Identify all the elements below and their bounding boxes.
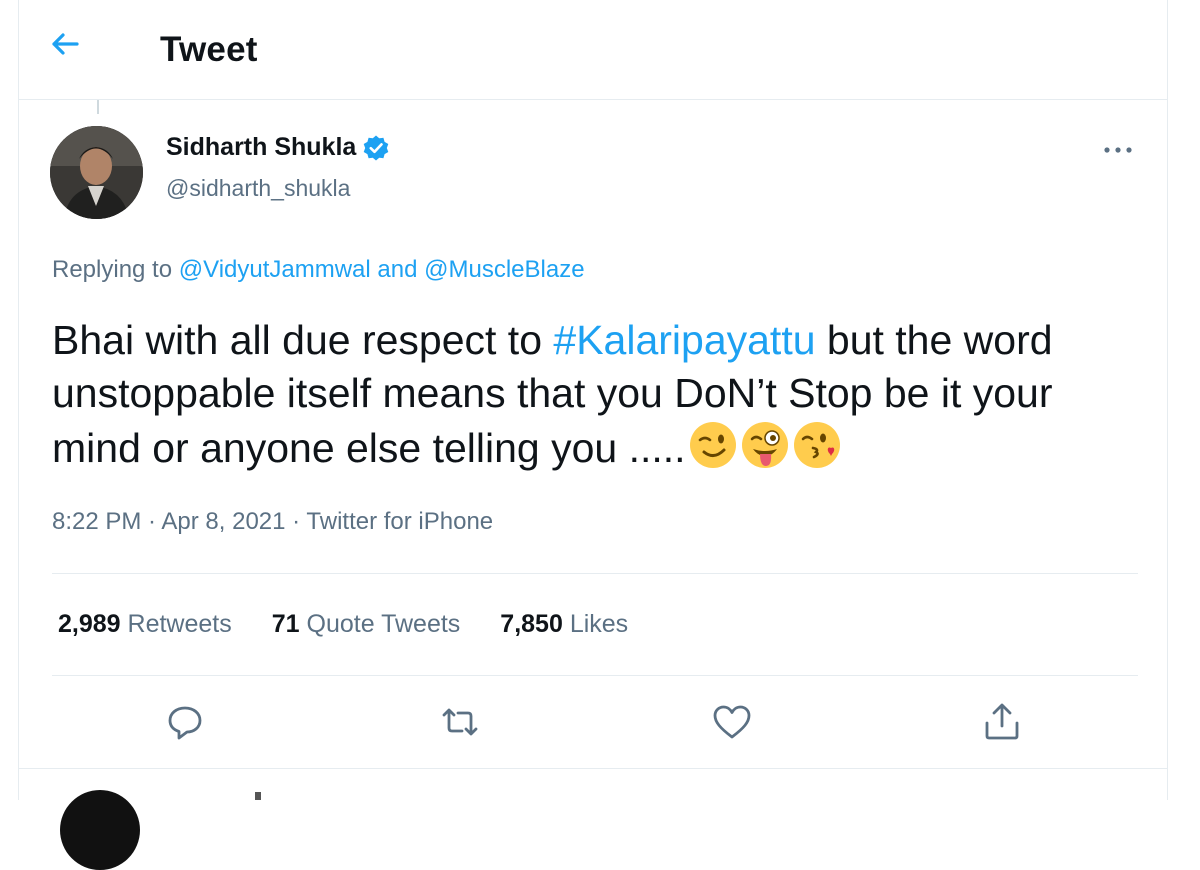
wink-emoji — [688, 420, 738, 470]
meta-separator: · — [285, 508, 307, 535]
divider — [52, 675, 1138, 676]
reply-mention-link[interactable]: @MuscleBlaze — [424, 256, 584, 283]
reply-mention-link[interactable]: @VidyutJammwal — [179, 256, 371, 283]
retweet-icon[interactable] — [438, 700, 482, 744]
quote-tweets-count: 71 — [271, 610, 300, 638]
retweets-count: 2,989 — [58, 610, 121, 638]
tweet-date[interactable]: Apr 8, 2021 — [161, 508, 285, 535]
divider — [52, 573, 1138, 574]
tweet-stats: 2,989 Retweets 71 Quote Tweets 7,850 Lik… — [58, 610, 628, 639]
tweet-text-part: Bhai with all due respect to — [52, 317, 554, 363]
reply-and-text: and — [370, 256, 425, 283]
kiss-emoji — [792, 420, 842, 470]
next-reply-avatar[interactable] — [60, 790, 140, 870]
avatar[interactable] — [50, 126, 143, 219]
tweet-text: Bhai with all due respect to #Kalaripaya… — [52, 314, 1152, 475]
like-icon[interactable] — [710, 700, 754, 744]
retweets-stat[interactable]: 2,989 Retweets — [58, 610, 232, 639]
thread-connector-line — [97, 100, 99, 114]
tweet-time[interactable]: 8:22 PM — [52, 508, 141, 535]
page-title: Tweet — [160, 30, 258, 69]
verified-badge-icon — [362, 134, 390, 162]
tweet-source[interactable]: Twitter for iPhone — [306, 508, 493, 535]
page-header: Tweet — [18, 0, 1168, 100]
hashtag-link[interactable]: #Kalaripayattu — [553, 317, 815, 363]
share-icon[interactable] — [980, 700, 1024, 744]
tweet-meta: 8:22 PM · Apr 8, 2021 · Twitter for iPho… — [52, 508, 493, 536]
author-name[interactable]: Sidharth Shukla — [166, 133, 356, 162]
retweets-label: Retweets — [127, 610, 232, 638]
back-arrow-icon[interactable] — [44, 24, 84, 64]
reply-icon[interactable] — [163, 700, 207, 744]
more-icon[interactable] — [1098, 136, 1142, 164]
next-reply-marker — [255, 792, 261, 800]
meta-separator: · — [141, 508, 162, 535]
replying-to-line: Replying to @VidyutJammwal and @MuscleBl… — [52, 256, 585, 284]
likes-count: 7,850 — [500, 610, 563, 638]
author-name-row: Sidharth Shukla — [166, 133, 390, 162]
divider — [18, 768, 1168, 769]
likes-stat[interactable]: 7,850 Likes — [500, 610, 628, 639]
likes-label: Likes — [569, 610, 629, 638]
quote-tweets-label: Quote Tweets — [306, 610, 461, 638]
tongue-wink-emoji — [740, 420, 790, 470]
quote-tweets-stat[interactable]: 71 Quote Tweets — [272, 610, 461, 639]
author-handle[interactable]: @sidharth_shukla — [166, 175, 350, 202]
replying-to-label: Replying to — [52, 256, 179, 283]
